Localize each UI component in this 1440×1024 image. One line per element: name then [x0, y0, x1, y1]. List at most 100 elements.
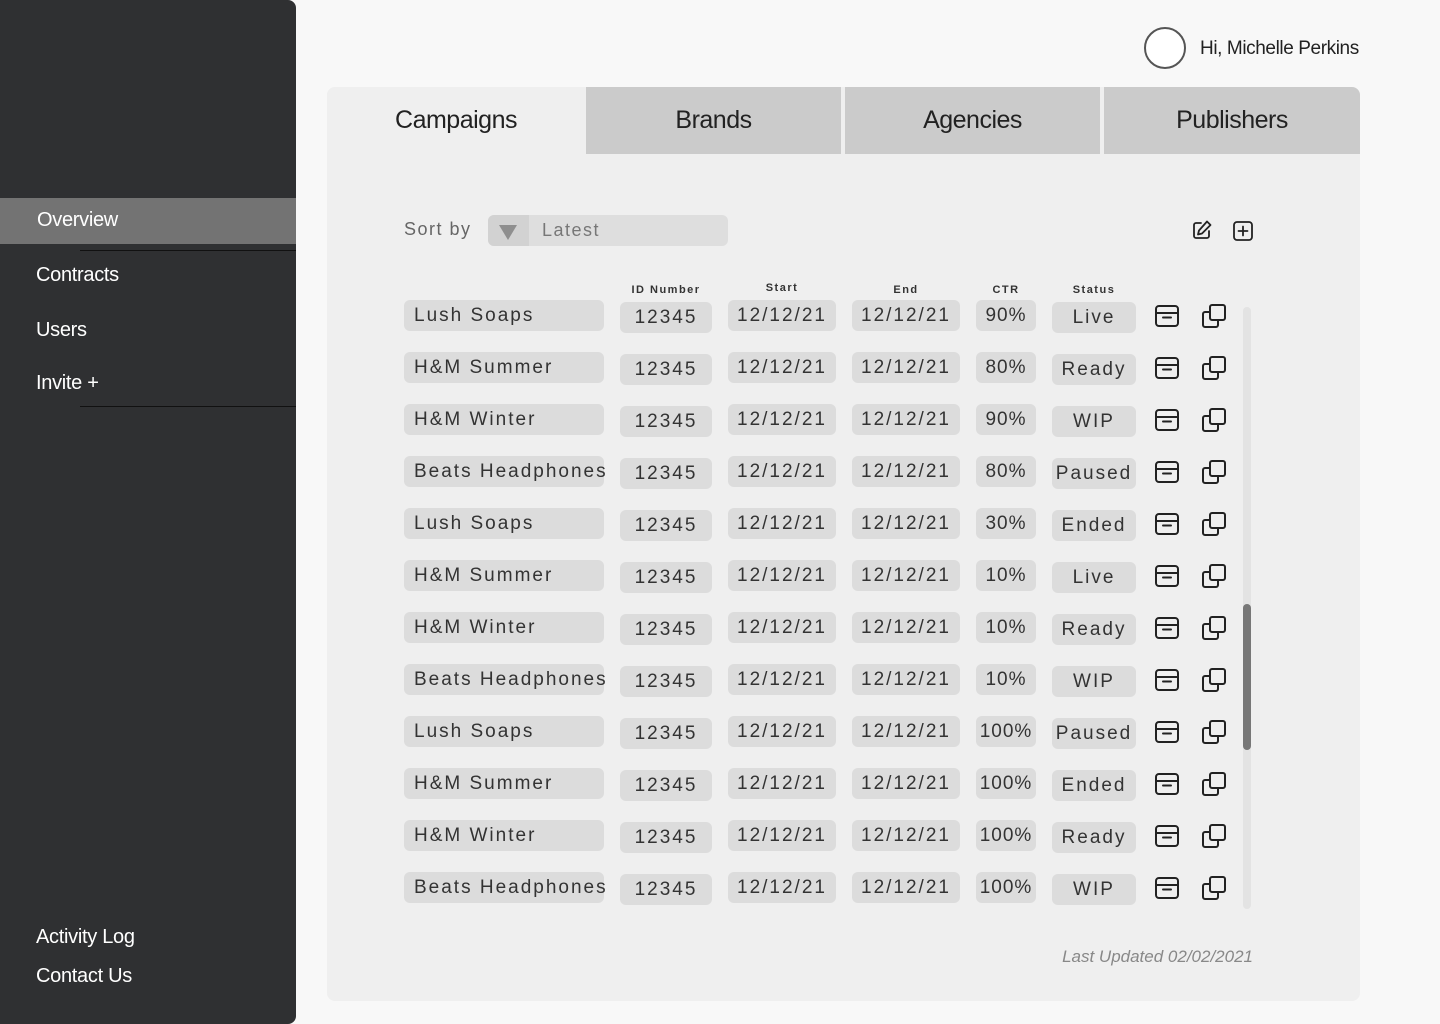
status-badge: Ended	[1052, 770, 1136, 801]
campaign-start: 12/12/21	[728, 872, 836, 903]
campaign-id: 12345	[620, 354, 712, 385]
sort-select[interactable]: Latest	[488, 215, 728, 246]
nav-item-invite[interactable]: Invite +	[0, 361, 296, 407]
status-badge: WIP	[1052, 406, 1136, 437]
campaign-end: 12/12/21	[852, 664, 960, 695]
duplicate-icon[interactable]	[1200, 770, 1228, 798]
nav-item-label: Contracts	[36, 264, 119, 286]
campaign-name: H&M Summer	[404, 352, 604, 383]
campaign-ctr: 10%	[976, 664, 1036, 695]
duplicate-icon[interactable]	[1200, 406, 1228, 434]
table-row: Beats Headphones 12345 12/12/21 12/12/21 100…	[327, 872, 1327, 905]
campaign-start: 12/12/21	[728, 820, 836, 851]
nav-item-label: Overview	[37, 209, 118, 231]
campaign-name: Beats Headphones	[404, 664, 606, 695]
campaign-end: 12/12/21	[852, 716, 960, 747]
campaign-end: 12/12/21	[852, 300, 960, 331]
campaign-end: 12/12/21	[852, 768, 960, 799]
nav-item-contracts[interactable]: Contracts	[0, 253, 296, 299]
table-row: H&M Winter 12345 12/12/21 12/12/21 90% WIP	[327, 404, 1327, 437]
table-row: Lush Soaps 12345 12/12/21 12/12/21 30% Ended	[327, 508, 1327, 541]
table-row: H&M Winter 12345 12/12/21 12/12/21 10% Ready	[327, 612, 1327, 645]
archive-icon[interactable]	[1153, 614, 1181, 642]
archive-icon[interactable]	[1153, 458, 1181, 486]
archive-icon[interactable]	[1153, 770, 1181, 798]
archive-icon[interactable]	[1153, 354, 1181, 382]
campaign-start: 12/12/21	[728, 508, 836, 539]
sort-by-label: Sort by	[404, 219, 472, 239]
campaign-ctr: 10%	[976, 560, 1036, 591]
campaign-name: H&M Summer	[404, 560, 604, 591]
campaign-ctr: 80%	[976, 352, 1036, 383]
campaign-end: 12/12/21	[852, 352, 960, 383]
archive-icon[interactable]	[1153, 874, 1181, 902]
campaign-name: Lush Soaps	[404, 508, 604, 539]
campaign-start: 12/12/21	[728, 352, 836, 383]
archive-icon[interactable]	[1153, 302, 1181, 330]
campaign-ctr: 80%	[976, 456, 1036, 487]
dropdown-triangle-icon	[488, 215, 529, 246]
campaign-id: 12345	[620, 562, 712, 593]
column-header-ctr: CTR	[992, 284, 1020, 296]
archive-icon[interactable]	[1153, 718, 1181, 746]
scrollbar-thumb[interactable]	[1243, 604, 1251, 750]
duplicate-icon[interactable]	[1200, 718, 1228, 746]
campaign-end: 12/12/21	[852, 612, 960, 643]
tab-campaigns[interactable]: Campaigns	[327, 87, 585, 154]
campaign-name: Lush Soaps	[404, 300, 604, 331]
campaign-id: 12345	[620, 458, 712, 489]
duplicate-icon[interactable]	[1200, 510, 1228, 538]
campaign-ctr: 10%	[976, 612, 1036, 643]
campaign-start: 12/12/21	[728, 560, 836, 591]
campaign-name: H&M Winter	[404, 612, 604, 643]
archive-icon[interactable]	[1153, 562, 1181, 590]
tab-brands[interactable]: Brands	[586, 87, 841, 154]
edit-icon[interactable]	[1191, 219, 1213, 241]
campaign-id: 12345	[620, 614, 712, 645]
tab-publishers[interactable]: Publishers	[1104, 87, 1360, 154]
status-badge: WIP	[1052, 874, 1136, 905]
table-row: H&M Summer 12345 12/12/21 12/12/21 80% Ready	[327, 352, 1327, 385]
duplicate-icon[interactable]	[1200, 562, 1228, 590]
table-row: Beats Headphones 12345 12/12/21 12/12/21 80%…	[327, 456, 1327, 489]
campaign-id: 12345	[620, 718, 712, 749]
table-row: H&M Winter 12345 12/12/21 12/12/21 100% Ready	[327, 820, 1327, 853]
archive-icon[interactable]	[1153, 822, 1181, 850]
column-header-status: Status	[1072, 284, 1116, 296]
add-icon[interactable]	[1232, 220, 1254, 242]
archive-icon[interactable]	[1153, 406, 1181, 434]
tab-agencies[interactable]: Agencies	[845, 87, 1100, 154]
contact-us-link[interactable]: Contact Us	[36, 965, 132, 988]
campaign-name: H&M Summer	[404, 768, 604, 799]
status-badge: Live	[1052, 302, 1136, 333]
user-greeting: Hi, Michelle Perkins	[1200, 38, 1359, 59]
archive-icon[interactable]	[1153, 510, 1181, 538]
nav-item-label: Users	[36, 319, 87, 341]
duplicate-icon[interactable]	[1200, 458, 1228, 486]
column-header-end: End	[893, 284, 919, 296]
nav-item-label: Invite +	[36, 372, 99, 394]
duplicate-icon[interactable]	[1200, 354, 1228, 382]
campaign-end: 12/12/21	[852, 560, 960, 591]
duplicate-icon[interactable]	[1200, 614, 1228, 642]
table-row: H&M Summer 12345 12/12/21 12/12/21 100% Ended	[327, 768, 1327, 801]
table-row: Lush Soaps 12345 12/12/21 12/12/21 90% Live	[327, 300, 1327, 333]
campaign-id: 12345	[620, 302, 712, 333]
archive-icon[interactable]	[1153, 666, 1181, 694]
table-row: H&M Summer 12345 12/12/21 12/12/21 10% Live	[327, 560, 1327, 593]
campaign-name: Beats Headphones	[404, 456, 606, 487]
duplicate-icon[interactable]	[1200, 666, 1228, 694]
duplicate-icon[interactable]	[1200, 302, 1228, 330]
activity-log-link[interactable]: Activity Log	[36, 926, 135, 949]
campaign-end: 12/12/21	[852, 820, 960, 851]
duplicate-icon[interactable]	[1200, 874, 1228, 902]
nav-item-overview[interactable]: Overview	[0, 198, 296, 244]
campaign-end: 12/12/21	[852, 404, 960, 435]
nav-divider	[80, 250, 296, 251]
nav-item-users[interactable]: Users	[0, 308, 296, 354]
duplicate-icon[interactable]	[1200, 822, 1228, 850]
user-avatar-icon[interactable]	[1144, 27, 1186, 69]
campaign-start: 12/12/21	[728, 768, 836, 799]
campaign-ctr: 100%	[976, 768, 1036, 799]
table-row: Beats Headphones 12345 12/12/21 12/12/21 10%…	[327, 664, 1327, 697]
